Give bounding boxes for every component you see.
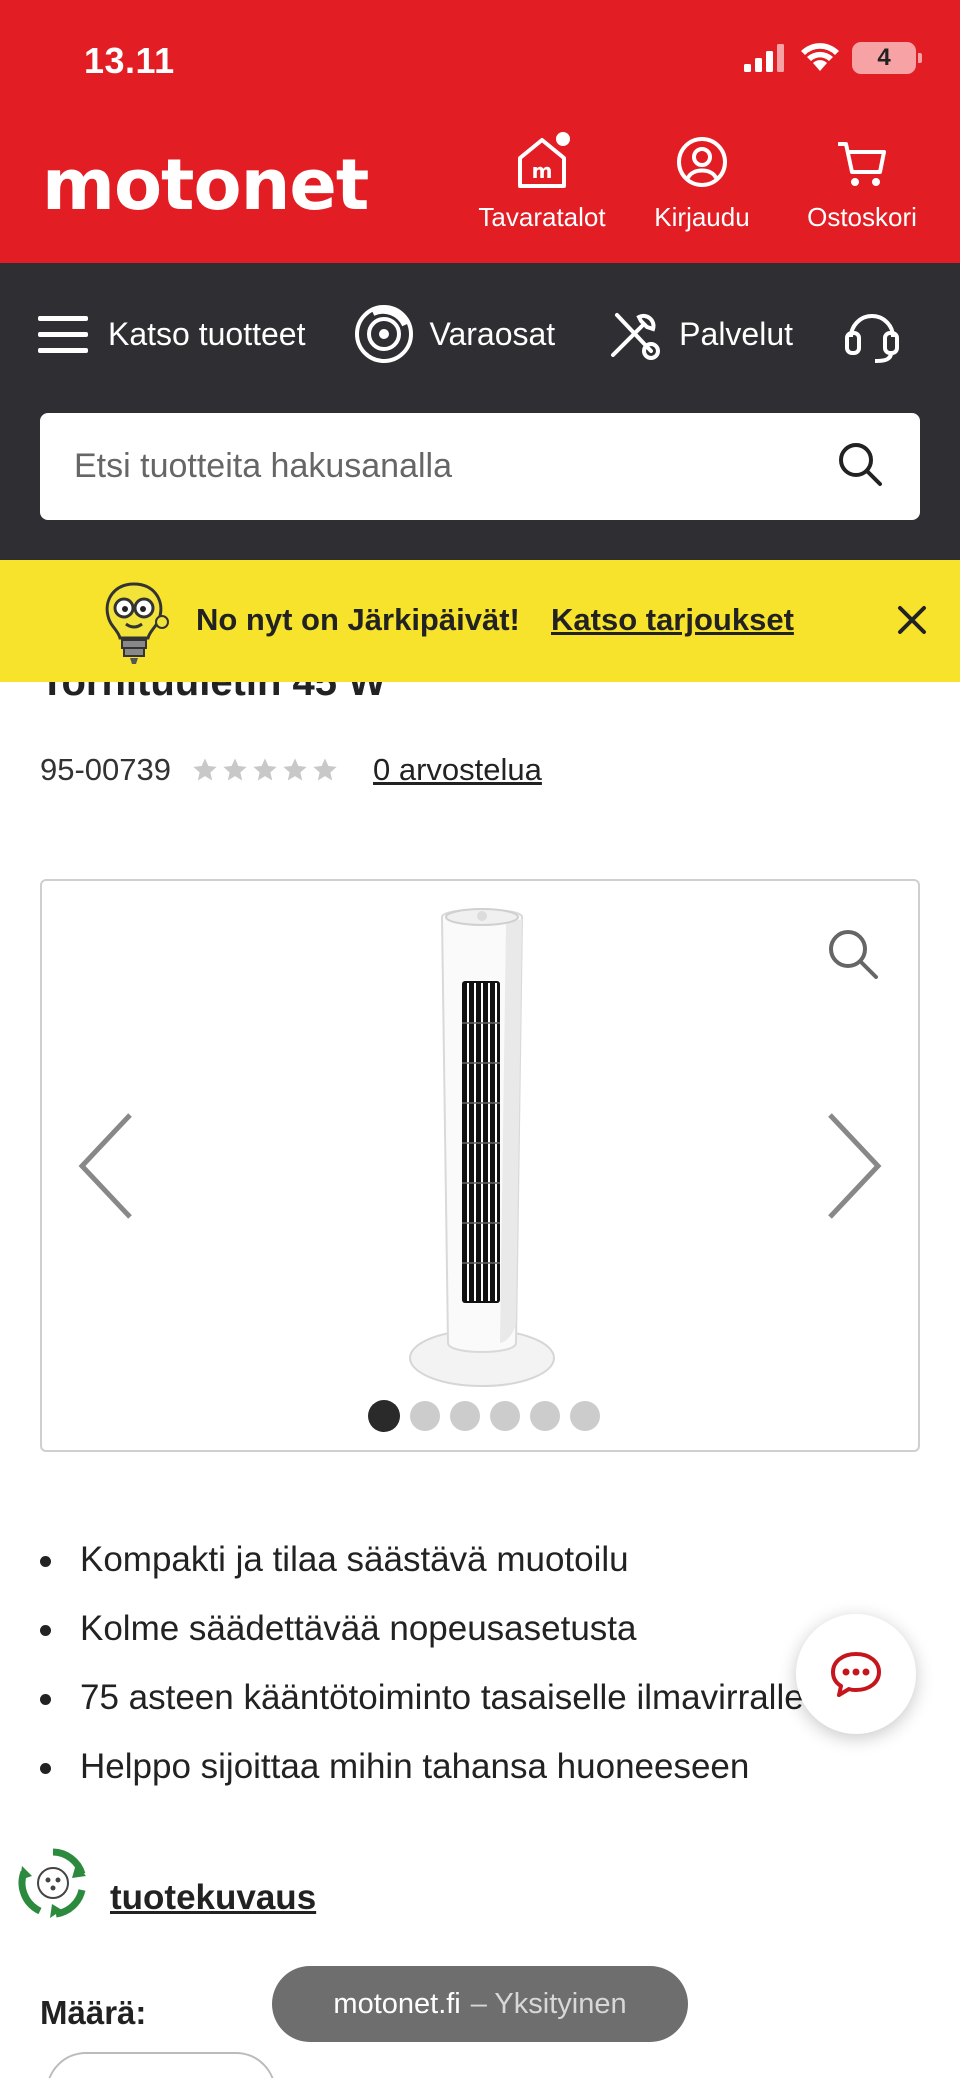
product-sku: 95-00739 (40, 752, 172, 787)
services-button[interactable]: Palvelut (603, 303, 793, 365)
promo-link[interactable]: Katso tarjoukset (551, 602, 794, 638)
browse-products-button[interactable]: Katso tuotteet (32, 303, 305, 365)
feature-item: Kolme säädettävää nopeusasetusta (40, 1605, 920, 1674)
pagination-dot[interactable] (368, 1400, 400, 1432)
pagination-dot[interactable] (450, 1401, 480, 1431)
feature-list: Kompakti ja tilaa säästävä muotoilu Kolm… (40, 1536, 920, 1812)
star-icon (283, 758, 307, 781)
status-time: 13.11 (84, 40, 175, 81)
star-icon (253, 758, 277, 781)
browse-products-label: Katso tuotteet (108, 315, 306, 352)
nav-row: Katso tuotteet Varaosat Palvelut (32, 303, 960, 365)
battery-indicator: 4 (852, 42, 922, 74)
wifi-icon (801, 43, 839, 71)
status-icons: 4 (744, 42, 922, 74)
quantity-label: Määrä: (40, 1994, 147, 2031)
chevron-left-icon[interactable] (76, 1111, 136, 1221)
cart-icon (830, 130, 894, 194)
tools-icon (603, 303, 665, 365)
store-icon: m (510, 130, 574, 194)
product-description-link[interactable]: tuotekuvaus (110, 1878, 316, 1918)
description-row: tuotekuvaus (16, 1846, 316, 1920)
spare-parts-label: Varaosat (429, 315, 556, 352)
tower-fan-product-image (409, 908, 555, 1387)
header-actions: m Tavaratalot Kirjaudu Ostoskori (474, 130, 930, 233)
close-icon[interactable] (892, 600, 932, 640)
gallery-pagination (368, 1400, 600, 1432)
browser-private-mode: – Yksityinen (470, 1987, 627, 2020)
feature-item: Kompakti ja tilaa säästävä muotoilu (40, 1536, 920, 1605)
stores-button[interactable]: m Tavaratalot (474, 130, 610, 233)
eco-recycle-icon (18, 1848, 86, 1918)
browser-domain: motonet.fi (333, 1987, 461, 2020)
menu-icon (32, 303, 94, 365)
browser-address-pill[interactable]: motonet.fi – Yksityinen (272, 1966, 688, 2042)
services-label: Palvelut (679, 315, 794, 352)
chat-bubble-icon (831, 1652, 881, 1697)
star-icon (313, 758, 337, 781)
top-header: 13.11 4 motonet m Tavaratalot Kirjaudu O… (0, 0, 960, 263)
cart-button[interactable]: Ostoskori (794, 130, 930, 233)
login-label: Kirjaudu (654, 202, 750, 232)
user-icon (670, 130, 734, 194)
search-input[interactable] (74, 447, 834, 486)
chat-button[interactable] (796, 1614, 916, 1734)
product-meta: 95-00739 0 arvostelua (40, 752, 542, 788)
brake-disc-icon (353, 303, 415, 365)
pagination-dot[interactable] (570, 1401, 600, 1431)
support-button[interactable] (841, 303, 917, 365)
star-icon (223, 758, 247, 781)
product-image-gallery[interactable] (40, 879, 920, 1452)
feature-item: Helppo sijoittaa mihin tahansa huoneesee… (40, 1743, 920, 1812)
chevron-right-icon[interactable] (824, 1111, 884, 1221)
search-bar (40, 413, 920, 520)
quantity-stepper[interactable] (46, 2052, 276, 2078)
stores-label: Tavaratalot (478, 202, 606, 232)
login-button[interactable]: Kirjaudu (634, 130, 770, 233)
promo-text: No nyt on Järkipäivät! (196, 602, 520, 637)
pagination-dot[interactable] (410, 1401, 440, 1431)
motonet-logo[interactable]: motonet (42, 150, 369, 220)
notification-dot (554, 130, 572, 148)
promo-banner: No nyt on Järkipäivät! Katso tarjoukset (0, 560, 960, 682)
spare-parts-button[interactable]: Varaosat (353, 303, 555, 365)
search-icon[interactable] (834, 438, 886, 495)
zoom-icon[interactable] (824, 925, 882, 983)
cellular-signal-icon (744, 44, 784, 72)
feature-item: 75 asteen kääntötoiminto tasaiselle ilma… (40, 1674, 920, 1743)
rating-stars (191, 756, 339, 784)
svg-text:m: m (532, 159, 553, 183)
reviews-link[interactable]: 0 arvostelua (373, 752, 542, 788)
cart-label: Ostoskori (807, 202, 917, 232)
main-navigation: Katso tuotteet Varaosat Palvelut Etsi tu… (0, 263, 960, 560)
pagination-dot[interactable] (490, 1401, 520, 1431)
headset-icon (841, 303, 903, 365)
lightbulb-mascot-icon (105, 582, 169, 664)
star-icon (193, 758, 217, 781)
pagination-dot[interactable] (530, 1401, 560, 1431)
